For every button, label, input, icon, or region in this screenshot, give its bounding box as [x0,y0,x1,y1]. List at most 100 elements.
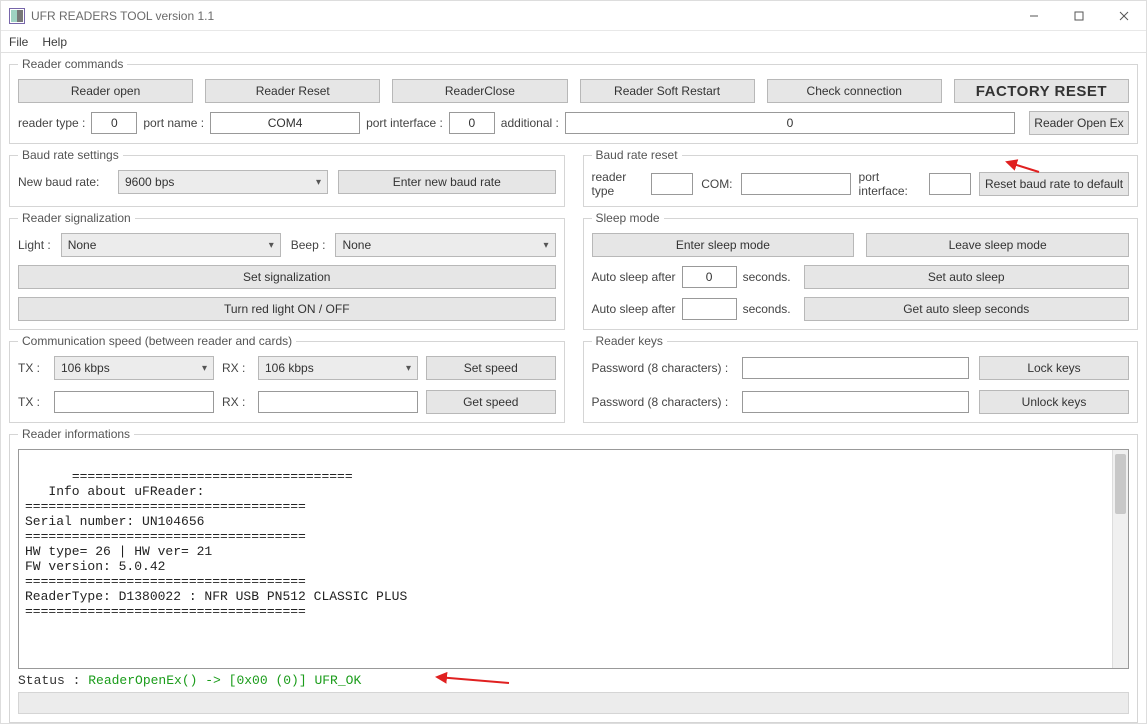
reader-type-input[interactable] [91,112,137,134]
beep-label: Beep : [291,238,326,252]
get-auto-sleep-button[interactable]: Get auto sleep seconds [804,297,1130,321]
port-interface-input[interactable] [449,112,495,134]
auto-sleep-get-label: Auto sleep after [592,302,676,316]
sleep-mode-group: Sleep mode Enter sleep mode Leave sleep … [583,211,1139,330]
reader-signalization-group: Reader signalization Light : None ▾ Beep… [9,211,565,330]
port-name-label: port name : [143,116,204,130]
tx-select[interactable]: 106 kbps ▾ [54,356,214,380]
new-baud-rate-value: 9600 bps [125,175,174,189]
baud-rate-reset-legend: Baud rate reset [592,148,682,162]
auto-sleep-set-input[interactable] [682,266,737,288]
titlebar: UFR READERS TOOL version 1.1 [1,1,1146,31]
auto-sleep-get-input[interactable] [682,298,737,320]
enter-sleep-mode-button[interactable]: Enter sleep mode [592,233,855,257]
light-value: None [68,238,97,252]
minimize-button[interactable] [1011,1,1056,31]
close-button[interactable] [1101,1,1146,31]
menu-file[interactable]: File [9,35,28,49]
auto-sleep-set-label: Auto sleep after [592,270,676,284]
baud-rate-reset-group: Baud rate reset reader type COM: port in… [583,148,1139,207]
reset-baud-rate-button[interactable]: Reset baud rate to default [979,172,1129,196]
comm-speed-legend: Communication speed (between reader and … [18,334,296,348]
chevron-down-icon: ▾ [202,363,207,374]
reader-keys-group: Reader keys Password (8 characters) : Lo… [583,334,1139,423]
reader-soft-restart-button[interactable]: Reader Soft Restart [580,79,755,103]
tx-value: 106 kbps [61,361,110,375]
light-select[interactable]: None ▾ [61,233,281,257]
beep-select[interactable]: None ▾ [335,233,555,257]
turn-red-light-button[interactable]: Turn red light ON / OFF [18,297,556,321]
reader-reset-button[interactable]: Reader Reset [205,79,380,103]
additional-label: additional : [501,116,559,130]
reset-com-label: COM: [701,177,732,191]
log-textarea[interactable]: ==================================== Inf… [18,449,1129,669]
reset-reader-type-input[interactable] [651,173,693,195]
reader-informations-legend: Reader informations [18,427,134,441]
baud-rate-settings-legend: Baud rate settings [18,148,123,162]
reset-reader-type-label: reader type [592,170,644,198]
chevron-down-icon: ▾ [406,363,411,374]
beep-value: None [342,238,371,252]
set-signalization-button[interactable]: Set signalization [18,265,556,289]
port-name-input[interactable] [210,112,360,134]
reader-keys-legend: Reader keys [592,334,667,348]
scrollbar[interactable] [1112,450,1128,668]
leave-sleep-mode-button[interactable]: Leave sleep mode [866,233,1129,257]
comm-speed-group: Communication speed (between reader and … [9,334,565,423]
reset-port-interface-label: port interface: [859,170,921,198]
reader-commands-legend: Reader commands [18,57,127,71]
port-interface-label: port interface : [366,116,443,130]
reader-open-ex-button[interactable]: Reader Open Ex [1029,111,1129,135]
seconds-label-2: seconds. [743,302,791,316]
factory-reset-button[interactable]: FACTORY RESET [954,79,1129,103]
window-title: UFR READERS TOOL version 1.1 [31,9,1011,23]
reset-com-input[interactable] [741,173,851,195]
enter-new-baud-rate-button[interactable]: Enter new baud rate [338,170,556,194]
additional-input[interactable] [565,112,1015,134]
reader-close-button[interactable]: ReaderClose [392,79,567,103]
rx-value: 106 kbps [265,361,314,375]
chevron-down-icon: ▾ [316,177,321,188]
log-content: ==================================== Inf… [25,469,407,619]
lock-keys-button[interactable]: Lock keys [979,356,1129,380]
set-auto-sleep-button[interactable]: Set auto sleep [804,265,1130,289]
reader-informations-group: Reader informations ====================… [9,427,1138,723]
password-unlock-label: Password (8 characters) : [592,395,732,409]
app-icon [9,8,25,24]
sleep-mode-legend: Sleep mode [592,211,664,225]
reset-port-interface-input[interactable] [929,173,971,195]
rx-select[interactable]: 106 kbps ▾ [258,356,418,380]
light-label: Light : [18,238,51,252]
rx-set-label: RX : [222,361,250,375]
tx-get-label: TX : [18,395,46,409]
seconds-label-1: seconds. [743,270,791,284]
unlock-keys-button[interactable]: Unlock keys [979,390,1129,414]
password-lock-input[interactable] [742,357,970,379]
reader-signalization-legend: Reader signalization [18,211,135,225]
reader-type-label: reader type : [18,116,85,130]
check-connection-button[interactable]: Check connection [767,79,942,103]
chevron-down-icon: ▾ [543,240,548,251]
new-baud-rate-label: New baud rate: [18,175,108,189]
statusbar [18,692,1129,714]
set-speed-button[interactable]: Set speed [426,356,556,380]
status-text: ReaderOpenEx() -> [0x00 (0)] UFR_OK [88,673,361,688]
password-lock-label: Password (8 characters) : [592,361,732,375]
baud-rate-settings-group: Baud rate settings New baud rate: 9600 b… [9,148,565,207]
reader-open-button[interactable]: Reader open [18,79,193,103]
menu-help[interactable]: Help [42,35,67,49]
get-speed-button[interactable]: Get speed [426,390,556,414]
menubar: File Help [1,31,1146,53]
reader-commands-group: Reader commands Reader open Reader Reset… [9,57,1138,144]
status-label: Status : [18,673,88,688]
tx-set-label: TX : [18,361,46,375]
maximize-button[interactable] [1056,1,1101,31]
scrollbar-thumb[interactable] [1115,454,1126,514]
new-baud-rate-select[interactable]: 9600 bps ▾ [118,170,328,194]
password-unlock-input[interactable] [742,391,970,413]
chevron-down-icon: ▾ [269,240,274,251]
tx-readback-input[interactable] [54,391,214,413]
status-line: Status : ReaderOpenEx() -> [0x00 (0)] UF… [18,673,1129,688]
rx-get-label: RX : [222,395,250,409]
rx-readback-input[interactable] [258,391,418,413]
